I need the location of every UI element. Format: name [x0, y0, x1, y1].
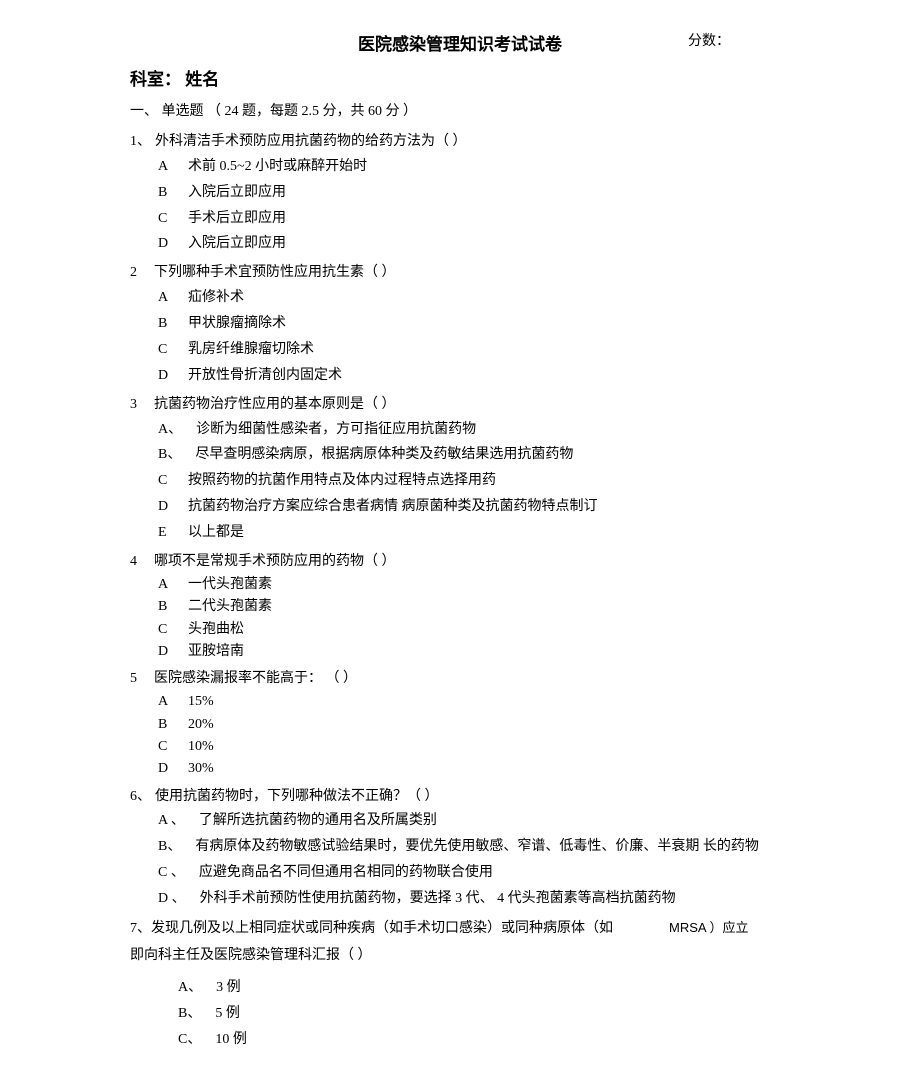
q7-opt-a: 3 例: [216, 975, 241, 1001]
q3-opt-c-label: C: [158, 468, 174, 494]
q2-opt-b: 甲状腺瘤摘除术: [188, 311, 286, 337]
q7-number: 7、: [130, 921, 151, 936]
q6-opt-d-label: D 、: [158, 886, 186, 912]
score-label: 分数：: [688, 30, 730, 50]
q3-number: 3: [130, 393, 150, 417]
q2-opt-d: 开放性骨折清创内固定术: [188, 363, 342, 389]
question-1: 1、 外科清洁手术预防应用抗菌药物的给药方法为（ ） A 术前 0.5~2 小时或…: [130, 130, 860, 257]
q2-opt-a-label: A: [158, 285, 174, 311]
q3-opt-e: 以上都是: [188, 520, 244, 546]
q5-opt-a-label: A: [158, 691, 174, 713]
q6-opt-a-label: A 、: [158, 808, 185, 834]
q1-opt-d: 入院后立即应用: [188, 231, 286, 257]
q4-opt-c: 头孢曲松: [188, 619, 244, 641]
q6-number: 6、: [130, 785, 151, 809]
q2-opt-b-label: B: [158, 311, 174, 337]
q4-opt-a-label: A: [158, 574, 174, 596]
question-7: 7、发现几例及以上相同症状或同种疾病（如手术切口感染）或同种病原体（如 MRSA…: [130, 916, 860, 1053]
q5-opt-b: 20%: [188, 714, 214, 736]
page-title: 医院感染管理知识考试试卷: [358, 30, 562, 55]
q3-opt-b-label: B、: [158, 442, 181, 468]
section-1-header: 一、 单选题 （ 24 题，每题 2.5 分，共 60 分 ）: [130, 100, 920, 120]
q6-opt-c-label: C 、: [158, 860, 185, 886]
q4-opt-b-label: B: [158, 596, 174, 618]
q5-opt-d-label: D: [158, 758, 174, 780]
q7-stem-line2: 即向科主任及医院感染管理科汇报（ ）: [130, 943, 860, 970]
q6-opt-c: 应避免商品名不同但通用名相同的药物联合使用: [199, 860, 493, 886]
q6-opt-a: 了解所选抗菌药物的通用名及所属类别: [199, 808, 437, 834]
q2-opt-a: 疝修补术: [188, 285, 244, 311]
q3-opt-d-label: D: [158, 494, 174, 520]
q7-opt-a-label: A、: [178, 975, 202, 1001]
q6-opt-d: 外科手术前预防性使用抗菌药物，要选择 3 代、 4 代头孢菌素等高档抗菌药物: [200, 886, 676, 912]
q2-opt-c-label: C: [158, 337, 174, 363]
question-5: 5 医院感染漏报率不能高于： （ ） A 15% B 20% C 10% D 30%: [130, 667, 860, 780]
q1-opt-d-label: D: [158, 231, 174, 257]
q3-opt-a: 诊断为细菌性感染者，方可指征应用抗菌药物: [196, 417, 476, 443]
q3-opt-d: 抗菌药物治疗方案应综合患者病情 病原菌种类及抗菌药物特点制订: [188, 494, 598, 520]
q7-opt-b: 5 例: [215, 1001, 240, 1027]
q7-mrsa: MRSA ）应立: [669, 920, 748, 935]
q4-opt-d-label: D: [158, 641, 174, 663]
q5-number: 5: [130, 667, 150, 691]
q5-opt-b-label: B: [158, 714, 174, 736]
question-2: 2 下列哪种手术宜预防性应用抗生素（ ） A 疝修补术 B 甲状腺瘤摘除术 C 乳房纤…: [130, 261, 860, 388]
q1-stem: 外科清洁手术预防应用抗菌药物的给药方法为（ ）: [155, 130, 467, 154]
question-4: 4 哪项不是常规手术预防应用的药物（ ） A 一代头孢菌素 B 二代头孢菌素 C 头孢…: [130, 550, 860, 663]
q5-opt-a: 15%: [188, 691, 214, 713]
q5-opt-c-label: C: [158, 736, 174, 758]
q2-number: 2: [130, 261, 150, 285]
q6-opt-b: 有病原体及药物敏感试验结果时，要优先使用敏感、窄谱、低毒性、价廉、半衰期 长的药…: [195, 834, 759, 860]
q3-opt-e-label: E: [158, 520, 174, 546]
q5-stem: 医院感染漏报率不能高于： （ ）: [154, 667, 357, 691]
q1-opt-b: 入院后立即应用: [188, 180, 286, 206]
q7-opt-b-label: B、: [178, 1001, 201, 1027]
q6-opt-b-label: B、: [158, 834, 181, 860]
q1-opt-c: 手术后立即应用: [188, 206, 286, 232]
q5-opt-c: 10%: [188, 736, 214, 758]
q3-opt-a-label: A、: [158, 417, 182, 443]
q4-number: 4: [130, 550, 150, 574]
q4-opt-b: 二代头孢菌素: [188, 596, 272, 618]
department-name-row: 科室： 姓名: [130, 65, 920, 90]
q6-stem: 使用抗菌药物时，下列哪种做法不正确？（ ）: [155, 785, 439, 809]
q1-opt-b-label: B: [158, 180, 174, 206]
q7-opt-c-label: C、: [178, 1027, 201, 1053]
question-3: 3 抗菌药物治疗性应用的基本原则是（ ） A、诊断为细菌性感染者，方可指征应用抗…: [130, 393, 860, 546]
q7-opt-c: 10 例: [215, 1027, 247, 1053]
q4-opt-d: 亚胺培南: [188, 641, 244, 663]
q1-opt-c-label: C: [158, 206, 174, 232]
q5-opt-d: 30%: [188, 758, 214, 780]
q2-opt-c: 乳房纤维腺瘤切除术: [188, 337, 314, 363]
q3-stem: 抗菌药物治疗性应用的基本原则是（ ）: [154, 393, 396, 417]
q4-stem: 哪项不是常规手术预防应用的药物（ ）: [154, 550, 396, 574]
question-6: 6、 使用抗菌药物时，下列哪种做法不正确？（ ） A 、了解所选抗菌药物的通用名…: [130, 785, 860, 912]
q1-opt-a: 术前 0.5~2 小时或麻醉开始时: [188, 154, 367, 180]
q3-opt-c: 按照药物的抗菌作用特点及体内过程特点选择用药: [188, 468, 496, 494]
q3-opt-b: 尽早查明感染病原，根据病原体种类及药敏结果选用抗菌药物: [195, 442, 573, 468]
q1-opt-a-label: A: [158, 154, 174, 180]
q2-stem: 下列哪种手术宜预防性应用抗生素（ ）: [154, 261, 396, 285]
q7-stem-line1a: 发现几例及以上相同症状或同种疾病（如手术切口感染）或同种病原体（如: [151, 921, 613, 936]
q4-opt-a: 一代头孢菌素: [188, 574, 272, 596]
q4-opt-c-label: C: [158, 619, 174, 641]
q1-number: 1、: [130, 130, 151, 154]
q2-opt-d-label: D: [158, 363, 174, 389]
